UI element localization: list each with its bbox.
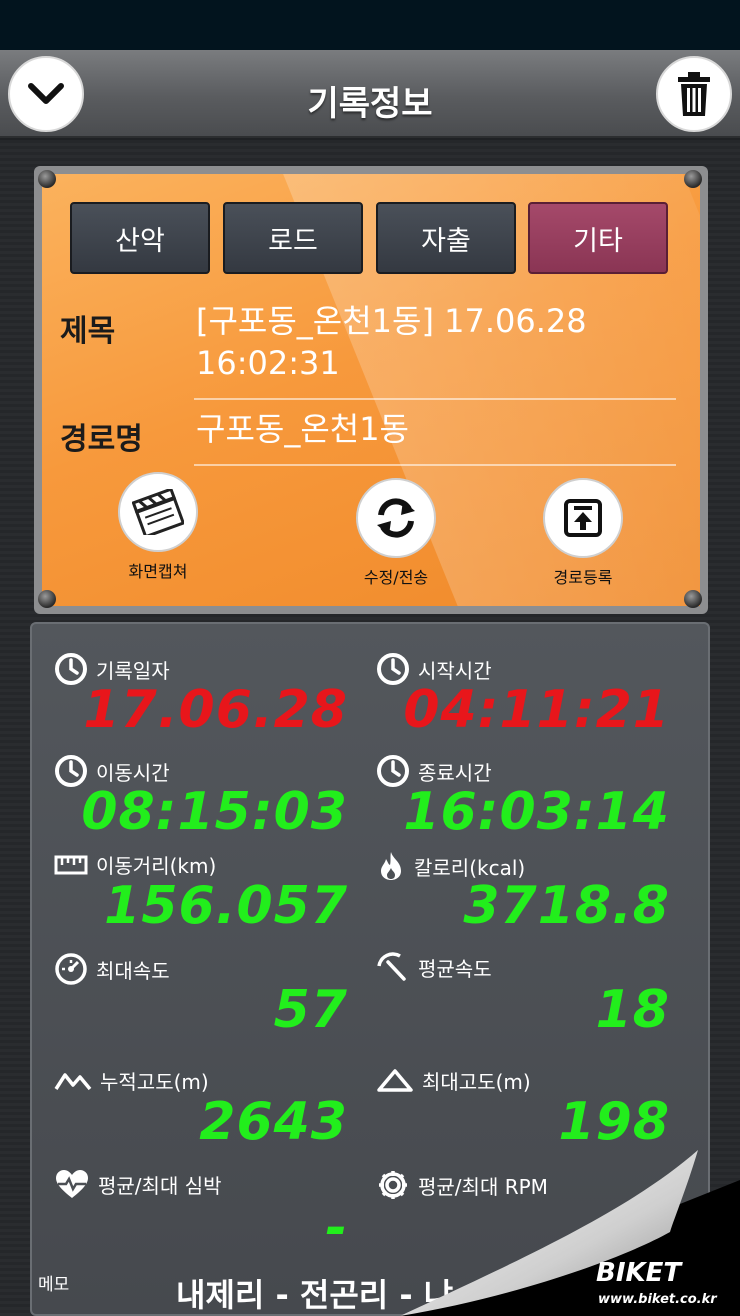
page-curl-overlay [400,1150,740,1316]
heart-rate-icon [56,1170,88,1198]
refresh-icon [377,498,415,538]
register-route-label: 경로등록 [553,568,613,587]
heart-rate-value: - [325,1198,348,1258]
calories-value: 3718.8 [463,876,670,936]
triangle-peak-icon [377,1068,413,1092]
delete-button[interactable] [656,56,732,132]
title-value-line2: 16:02:31 [196,344,340,382]
avg-speed-value: 18 [595,980,670,1040]
rivet [684,590,702,608]
heart-rate-label: 평균/최대 심박 [98,1173,222,1198]
category-mountain-button[interactable]: 산악 [70,202,210,274]
total-ascent-label: 누적고도(m) [100,1070,209,1094]
title-underline [194,398,676,400]
category-other-button[interactable]: 기타 [528,202,668,274]
brand-url: www.biket.co.kr [598,1292,717,1307]
distance-stat: 이동거리(km) [54,850,216,879]
rivet [38,170,56,188]
max-speed-value: 57 [273,980,348,1040]
route-value[interactable]: 구포동_온천1동 [196,408,676,450]
brand-watermark: BIKET [596,1258,682,1288]
end-time-value: 16:03:14 [403,782,670,842]
route-underline [194,464,676,466]
rivet [684,170,702,188]
clapperboard-icon [132,489,184,535]
category-road-button[interactable]: 로드 [223,202,363,274]
title-bar: 기록정보 [0,50,740,138]
mountain-line-icon [54,1072,92,1090]
upload-icon [564,499,602,537]
heart-rate-stat: 평균/최대 심박 [54,1168,222,1200]
title-value-line1: [구포동_온천1동] 17.06.28 [196,302,587,340]
screen-capture-button[interactable]: 화면캡쳐 [88,472,228,582]
rivet [38,590,56,608]
avg-speed-stat: 평균속도 [376,952,492,982]
route-label: 경로명 [60,422,143,457]
edit-send-button[interactable]: 수정/전송 [326,478,466,588]
moving-time-value: 08:15:03 [81,782,348,842]
total-ascent-value: 2643 [199,1092,348,1152]
distance-label: 이동거리(km) [96,854,217,878]
status-bar [0,0,740,50]
avg-speed-label: 평균속도 [418,956,492,981]
title-label: 제목 [60,314,116,349]
screen-capture-label: 화면캡쳐 [128,562,188,581]
memo-label: 메모 [38,1275,70,1295]
ruler-icon [54,855,88,874]
gauge-needle-icon [377,952,406,981]
edit-send-label: 수정/전송 [363,568,429,587]
trash-icon [678,72,710,116]
max-altitude-label: 최대고도(m) [422,1070,531,1094]
total-ascent-stat: 누적고도(m) [54,1066,209,1095]
max-altitude-stat: 최대고도(m) [376,1066,531,1095]
register-route-button[interactable]: 경로등록 [513,478,653,588]
page-title: 기록정보 [307,84,433,124]
distance-value: 156.057 [104,876,348,936]
start-time-value: 04:11:21 [403,680,670,740]
category-commute-button[interactable]: 자출 [376,202,516,274]
title-value[interactable]: [구포동_온천1동] 17.06.28 16:02:31 [196,300,676,384]
record-date-value: 17.06.28 [83,680,348,740]
